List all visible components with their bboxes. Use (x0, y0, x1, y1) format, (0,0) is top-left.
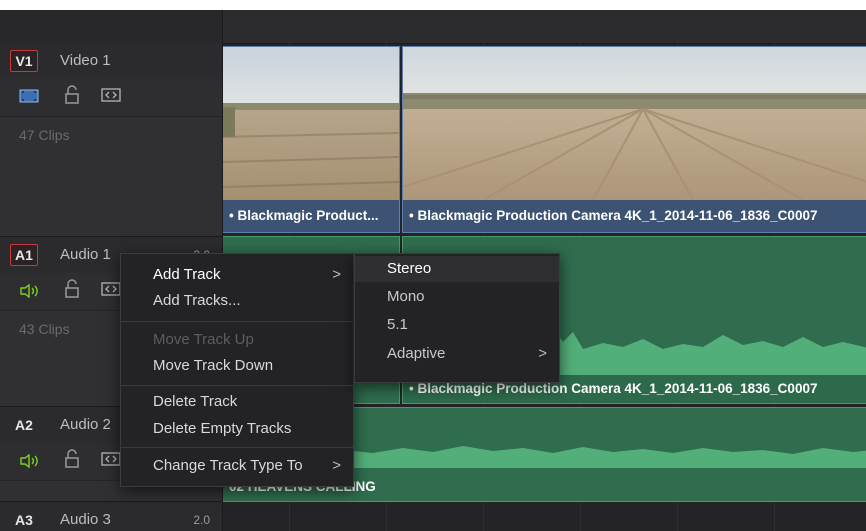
menu-item-label: Move Track Down (153, 357, 274, 374)
track-name[interactable]: Video 1 (60, 52, 111, 69)
track-tag[interactable]: A1 (10, 244, 38, 266)
video-clip[interactable]: • Blackmagic Production Camera 4K_1_2014… (402, 46, 866, 233)
menu-item-add-tracks[interactable]: Add Tracks... (121, 288, 353, 314)
menu-item-add-track[interactable]: Add Track > (121, 262, 353, 288)
lock-icon[interactable] (64, 279, 80, 299)
context-menu: Add Track > Add Tracks... Move Track Up … (120, 253, 354, 487)
clip-thumbnail (403, 47, 866, 200)
track-tag[interactable]: A3 (10, 509, 38, 531)
clip-label: • Blackmagic Production Camera 4K_1_2014… (403, 200, 866, 232)
menu-separator (121, 321, 353, 322)
menu-item-label: Add Track (153, 266, 221, 283)
submenu-arrow-icon: > (332, 266, 341, 283)
submenu-item-label: 5.1 (387, 316, 408, 333)
submenu-item-5-1[interactable]: 5.1 (355, 312, 559, 338)
submenu-arrow-icon: > (538, 345, 547, 362)
menu-item-delete-empty-tracks[interactable]: Delete Empty Tracks (121, 416, 353, 442)
menu-separator (121, 385, 353, 386)
speaker-icon[interactable] (19, 283, 41, 299)
submenu-arrow-icon: > (332, 457, 341, 474)
track-channels: 2.0 (193, 513, 210, 527)
clip-label: • Blackmagic Product... (223, 200, 399, 232)
menu-item-delete-track[interactable]: Delete Track (121, 389, 353, 415)
clip-count: 47 Clips (19, 127, 70, 143)
menu-item-label: Change Track Type To (153, 457, 303, 474)
submenu-item-mono[interactable]: Mono (355, 284, 559, 310)
track-name[interactable]: Audio 1 (60, 246, 111, 263)
submenu-item-label: Adaptive (387, 345, 446, 362)
menu-item-label: Move Track Up (153, 331, 254, 348)
auto-select-icon[interactable] (101, 88, 121, 102)
auto-select-icon[interactable] (101, 282, 121, 296)
speaker-icon[interactable] (19, 453, 41, 469)
video-enable-icon[interactable] (19, 88, 39, 104)
video-clip[interactable]: • Blackmagic Product... (222, 46, 400, 233)
track-header-a3[interactable]: A3 Audio 3 2.0 (0, 502, 222, 531)
track-name-bar: V1 Video 1 (0, 43, 222, 80)
lock-icon[interactable] (64, 449, 80, 469)
auto-select-icon[interactable] (101, 452, 121, 466)
menu-item-label: Add Tracks... (153, 292, 241, 309)
submenu-item-label: Mono (387, 288, 425, 305)
menu-item-change-track-type[interactable]: Change Track Type To > (121, 453, 353, 479)
clip-thumbnail (223, 47, 399, 200)
submenu-item-stereo[interactable]: Stereo (355, 256, 559, 282)
track-tag[interactable]: A2 (10, 414, 38, 436)
timeline-ruler[interactable] (222, 10, 866, 44)
add-track-submenu: Stereo Mono 5.1 Adaptive > (354, 253, 560, 383)
track-header-v1[interactable]: V1 Video 1 47 Clips (0, 43, 222, 237)
submenu-item-adaptive[interactable]: Adaptive > (355, 341, 559, 367)
menu-separator (121, 447, 353, 448)
menu-item-move-track-down[interactable]: Move Track Down (121, 353, 353, 379)
track-name[interactable]: Audio 2 (60, 416, 111, 433)
track-controls (0, 79, 222, 117)
menu-item-label: Delete Track (153, 393, 238, 410)
clip-count: 43 Clips (19, 321, 70, 337)
menu-item-move-track-up: Move Track Up (121, 327, 353, 353)
track-name-bar: A3 Audio 3 2.0 (0, 502, 222, 531)
track-name[interactable]: Audio 3 (60, 511, 111, 528)
track-tag[interactable]: V1 (10, 50, 38, 72)
lock-icon[interactable] (64, 85, 80, 105)
submenu-item-label: Stereo (387, 260, 432, 277)
menu-item-label: Delete Empty Tracks (153, 420, 292, 437)
header-top (0, 10, 222, 44)
